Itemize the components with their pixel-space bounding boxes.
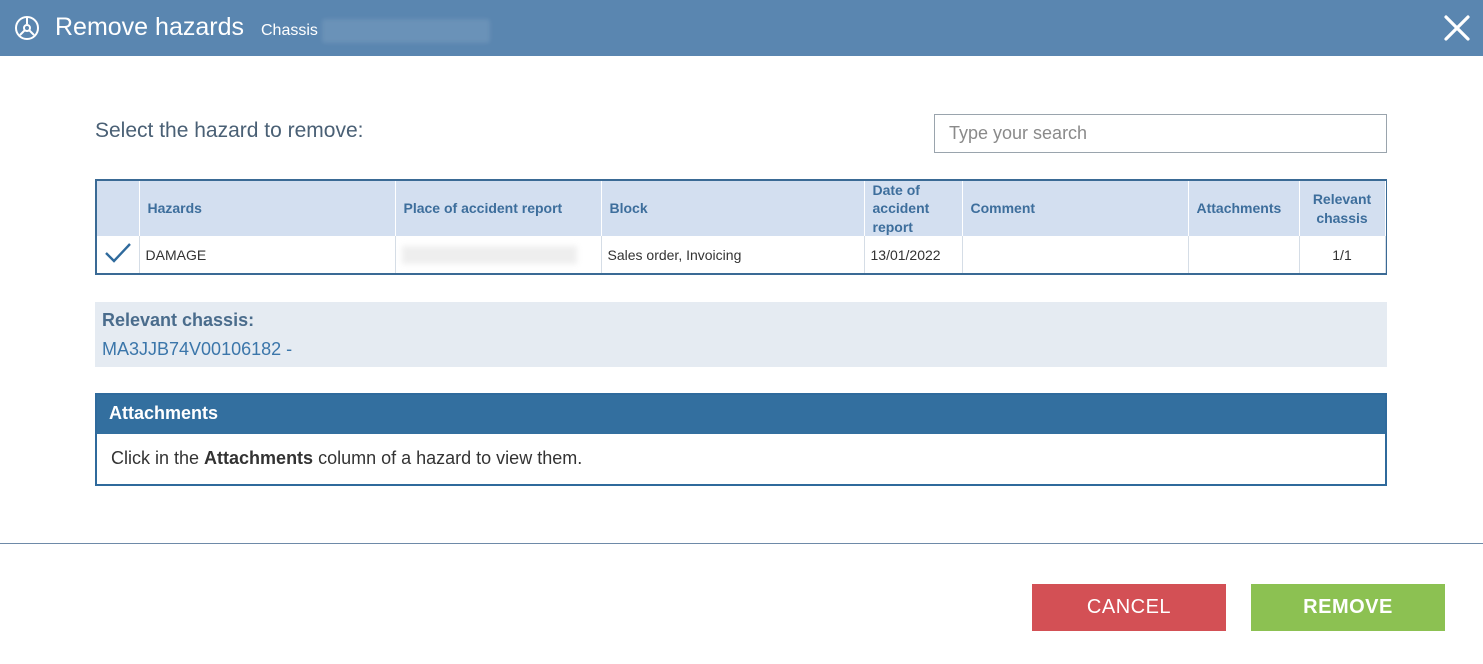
search-input[interactable] [934,114,1387,153]
attachments-header: Attachments [97,395,1385,434]
cell-block: Sales order, Invoicing [601,236,865,273]
cell-attachments[interactable] [1188,236,1300,273]
hazards-table: Hazards Place of accident report Block D… [95,179,1387,275]
cell-relevant-chassis: 1/1 [1299,236,1386,273]
table-header-row: Hazards Place of accident report Block D… [97,181,1386,236]
footer-divider [0,543,1483,544]
dialog-title: Remove hazards [55,13,244,41]
col-place[interactable]: Place of accident report [395,181,602,236]
col-select [97,181,140,236]
row-select-cell[interactable] [97,236,140,273]
attachments-panel: Attachments Click in the Attachments col… [95,393,1387,486]
relevant-chassis-value: MA3JJB74V00106182 - [102,339,293,359]
attachments-text-after: column of a hazard to view them. [313,448,583,468]
col-hazards[interactable]: Hazards [139,181,396,236]
col-date[interactable]: Date of accident report [864,181,963,236]
col-block[interactable]: Block [601,181,865,236]
cancel-button[interactable]: CANCEL [1032,584,1226,631]
cell-place-redacted [395,236,602,273]
cell-hazard: DAMAGE [139,236,396,273]
checkmark-icon [104,243,131,263]
cell-comment [962,236,1189,273]
close-icon[interactable] [1440,11,1474,45]
attachments-text-before: Click in the [111,448,205,468]
remove-button[interactable]: REMOVE [1251,584,1445,631]
relevant-chassis-label: Relevant chassis: [102,310,255,330]
dialog-titlebar: Remove hazards Chassis [0,0,1483,56]
col-relevant-chassis[interactable]: Relevant chassis [1299,181,1386,236]
col-comment[interactable]: Comment [962,181,1189,236]
cell-date: 13/01/2022 [864,236,963,273]
chassis-redacted [322,19,490,43]
attachments-instructions: Click in the Attachments column of a haz… [97,434,1385,483]
attachments-text-bold: Attachments [204,448,314,468]
dialog-subtitle: Chassis [261,22,318,39]
select-hazard-prompt: Select the hazard to remove: [95,119,364,142]
col-attachments[interactable]: Attachments [1188,181,1300,236]
relevant-chassis-box: Relevant chassis: MA3JJB74V00106182 - [95,302,1387,367]
hazard-logo-icon [15,16,39,40]
table-row[interactable]: DAMAGE Sales order, Invoicing 13/01/2022… [97,236,1386,273]
